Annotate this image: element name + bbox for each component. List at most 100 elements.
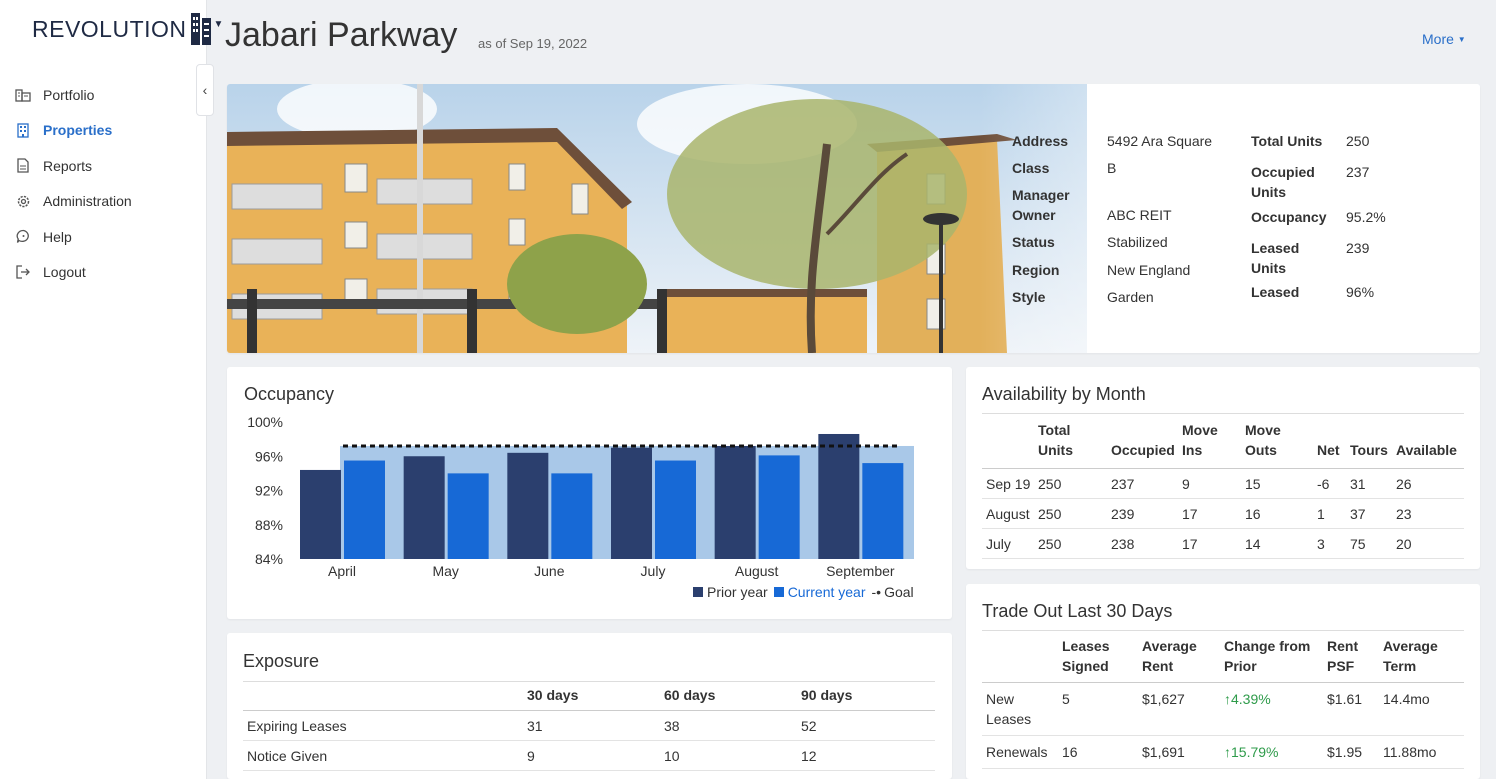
trade-out-table: Leases Signed Average Rent Change from Prior R…	[982, 630, 1464, 769]
occupancy-card: Occupancy 100% 96% 92% 88% 84% April May June Ju…	[227, 367, 952, 619]
bar-current-year	[655, 460, 696, 559]
column-header: Available	[1392, 413, 1464, 469]
owner-value: ABC REIT	[1107, 207, 1172, 223]
table-cell: August	[982, 498, 1034, 529]
table-cell: 1	[1313, 498, 1346, 529]
table-cell: 38	[660, 710, 797, 741]
column-header: Average Term	[1379, 630, 1464, 683]
column-header: 90 days	[797, 681, 935, 711]
table-cell: -6	[1313, 468, 1346, 499]
leased-units-label: Leased	[1251, 240, 1300, 256]
column-header: Move Ins	[1178, 413, 1241, 469]
average-rent: $1,691	[1138, 735, 1220, 769]
bar-current-year	[862, 463, 904, 559]
y-tick-label: 100%	[247, 414, 283, 430]
column-header	[243, 681, 523, 711]
status-value: Stabilized	[1107, 234, 1168, 250]
table-cell: 9	[1178, 468, 1241, 499]
table-cell: 12	[797, 740, 935, 771]
bar-prior-year	[818, 433, 860, 559]
occupancy-label: Occupancy	[1251, 209, 1327, 225]
address-label: Address	[1012, 133, 1069, 149]
rent-psf: $1.61	[1323, 682, 1379, 736]
more-label: More	[1422, 31, 1454, 47]
y-tick-label: 84%	[255, 551, 283, 567]
nav-item-portfolio[interactable]: Portfolio	[14, 77, 132, 113]
column-header: Total Units	[1034, 413, 1107, 469]
y-tick-label: 92%	[255, 483, 283, 499]
occupied-units-value: 237	[1346, 164, 1370, 180]
x-tick-label: September	[826, 563, 895, 579]
table-row: August 250 239 17 16 1 37 23	[982, 498, 1464, 529]
occupied-units-label: Occupied	[1251, 164, 1315, 180]
table-row: Notice Given 9 10 12	[243, 740, 935, 771]
trade-out-card: Trade Out Last 30 Days Leases Signed Avera…	[966, 584, 1480, 779]
nav-item-administration[interactable]: Administration	[14, 184, 132, 220]
table-cell: 52	[797, 710, 935, 741]
bar-prior-year	[507, 452, 549, 559]
column-header	[982, 630, 1058, 683]
more-dropdown[interactable]: More ▼	[1422, 31, 1466, 47]
owner-label: Owner	[1012, 207, 1056, 223]
nav-label: Logout	[43, 264, 86, 281]
trade-out-title: Trade Out Last 30 Days	[982, 601, 1173, 621]
leased-value: 96%	[1346, 284, 1375, 300]
availability-title: Availability by Month	[982, 384, 1146, 404]
row-label: Renewals	[982, 735, 1058, 769]
legend-swatch-prior	[693, 587, 703, 597]
total-units-value: 250	[1346, 133, 1370, 149]
leased-units-value: 239	[1346, 240, 1370, 256]
property-hero: Address 5492 Ara Square Class B Manager …	[227, 84, 1480, 353]
brand-name: REVOLUTION	[32, 15, 187, 42]
column-header	[982, 413, 1034, 469]
availability-table: Total Units Occupied Move Ins Move Outs Net Tour…	[982, 413, 1464, 559]
building-icon	[14, 86, 32, 104]
region-value: New England	[1107, 262, 1191, 278]
table-cell: 3	[1313, 528, 1346, 559]
table-cell: Notice Given	[243, 740, 523, 771]
table-header-row: Total Units Occupied Move Ins Move Outs Net Tour…	[982, 413, 1464, 469]
nav-item-reports[interactable]: Reports	[14, 148, 132, 184]
table-cell: 16	[1241, 498, 1313, 529]
table-cell: 75	[1346, 528, 1392, 559]
column-header: Occupied	[1107, 413, 1178, 469]
column-header: Move Outs	[1241, 413, 1313, 469]
table-cell: 26	[1392, 468, 1464, 499]
legend-goal-marker: -•	[871, 584, 882, 600]
table-cell: Expiring Leases	[243, 710, 523, 741]
bar-current-year	[344, 460, 385, 559]
table-cell: 17	[1178, 498, 1241, 529]
table-cell: 239	[1107, 498, 1178, 529]
average-rent: $1,627	[1138, 682, 1220, 736]
bar-prior-year	[403, 456, 445, 559]
y-tick-label: 88%	[255, 517, 283, 533]
occupancy-value: 95.2%	[1346, 209, 1386, 225]
arrow-up-icon: ↑	[1224, 744, 1231, 760]
x-tick-label: June	[534, 563, 565, 579]
brand-logo[interactable]: REVOLUTION ▼	[32, 12, 223, 46]
table-cell: 250	[1034, 468, 1107, 499]
column-header: 60 days	[660, 681, 797, 711]
table-row: July 250 238 17 14 3 75 20	[982, 528, 1464, 559]
building-logo-icon	[190, 13, 211, 45]
caret-down-icon: ▼	[213, 18, 224, 30]
status-label: Status	[1012, 234, 1055, 250]
table-cell: 10	[660, 740, 797, 771]
change-value: 4.39%	[1231, 691, 1271, 707]
nav-item-logout[interactable]: Logout	[14, 255, 132, 291]
average-term: 14.4mo	[1379, 682, 1464, 736]
chevron-left-icon: ‹	[202, 82, 208, 98]
bar-prior-year	[714, 445, 756, 559]
style-label: Style	[1012, 289, 1046, 305]
table-cell: 23	[1392, 498, 1464, 529]
table-cell: July	[982, 528, 1034, 559]
leased-label: Leased	[1251, 284, 1300, 300]
leases-signed: 5	[1058, 682, 1138, 736]
nav-item-help[interactable]: Help	[14, 219, 132, 255]
legend-swatch-current	[773, 587, 784, 597]
nav-item-properties[interactable]: Properties	[14, 113, 132, 149]
as-of-date: as of Sep 19, 2022	[478, 36, 588, 51]
table-header-row: Leases Signed Average Rent Change from Prior R…	[982, 630, 1464, 683]
row-label: New Leases	[982, 682, 1058, 736]
collapse-sidebar-button[interactable]: ‹	[196, 64, 214, 116]
